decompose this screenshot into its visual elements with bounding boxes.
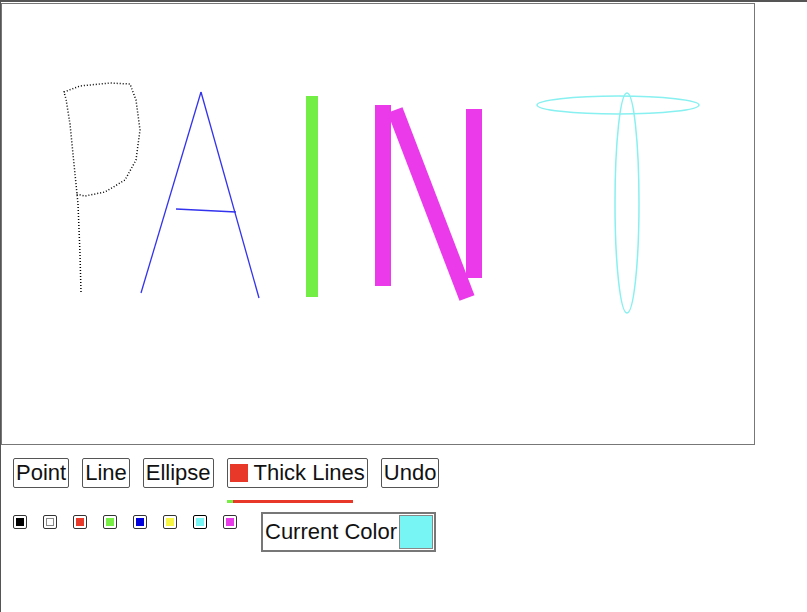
color-swatch[interactable] — [163, 515, 177, 529]
color-swatch[interactable] — [13, 515, 27, 529]
controls: Point Line Ellipse Thick Lines Undo Current C… — [1, 445, 807, 552]
color-swatch[interactable] — [223, 515, 237, 529]
tool-button[interactable]: Line — [82, 458, 130, 488]
drawn-ellipse — [537, 96, 699, 114]
drawn-stroke — [64, 83, 140, 292]
current-color: Current Color — [261, 512, 436, 552]
drawn-ellipse — [615, 93, 639, 313]
drawn-line — [306, 96, 318, 297]
toolbar: Point Line Ellipse Thick Lines Undo — [13, 458, 807, 503]
thickness-slider[interactable] — [227, 500, 353, 503]
toggle-indicator — [230, 464, 248, 482]
drawn-line — [375, 105, 391, 286]
thick-lines-toggle[interactable]: Thick Lines — [227, 458, 368, 488]
drawn-line — [395, 110, 467, 298]
current-color-swatch — [399, 515, 433, 549]
drawn-line — [466, 109, 482, 278]
color-swatch[interactable] — [193, 515, 207, 529]
drawn-line — [201, 92, 259, 298]
tool-button[interactable]: Ellipse — [143, 458, 214, 488]
color-swatch[interactable] — [43, 515, 57, 529]
drawn-line — [176, 209, 236, 212]
color-swatch[interactable] — [103, 515, 117, 529]
tool-button[interactable]: Point — [13, 458, 69, 488]
tool-button[interactable]: Undo — [381, 458, 440, 488]
thick-lines-group: Thick Lines — [227, 458, 368, 503]
drawing-canvas[interactable] — [1, 3, 755, 445]
color-swatch[interactable] — [133, 515, 147, 529]
color-row: Current Color — [13, 512, 807, 552]
color-swatch[interactable] — [73, 515, 87, 529]
canvas-drawing — [2, 4, 754, 444]
thickness-fill — [227, 500, 233, 503]
drawn-line — [141, 92, 201, 293]
